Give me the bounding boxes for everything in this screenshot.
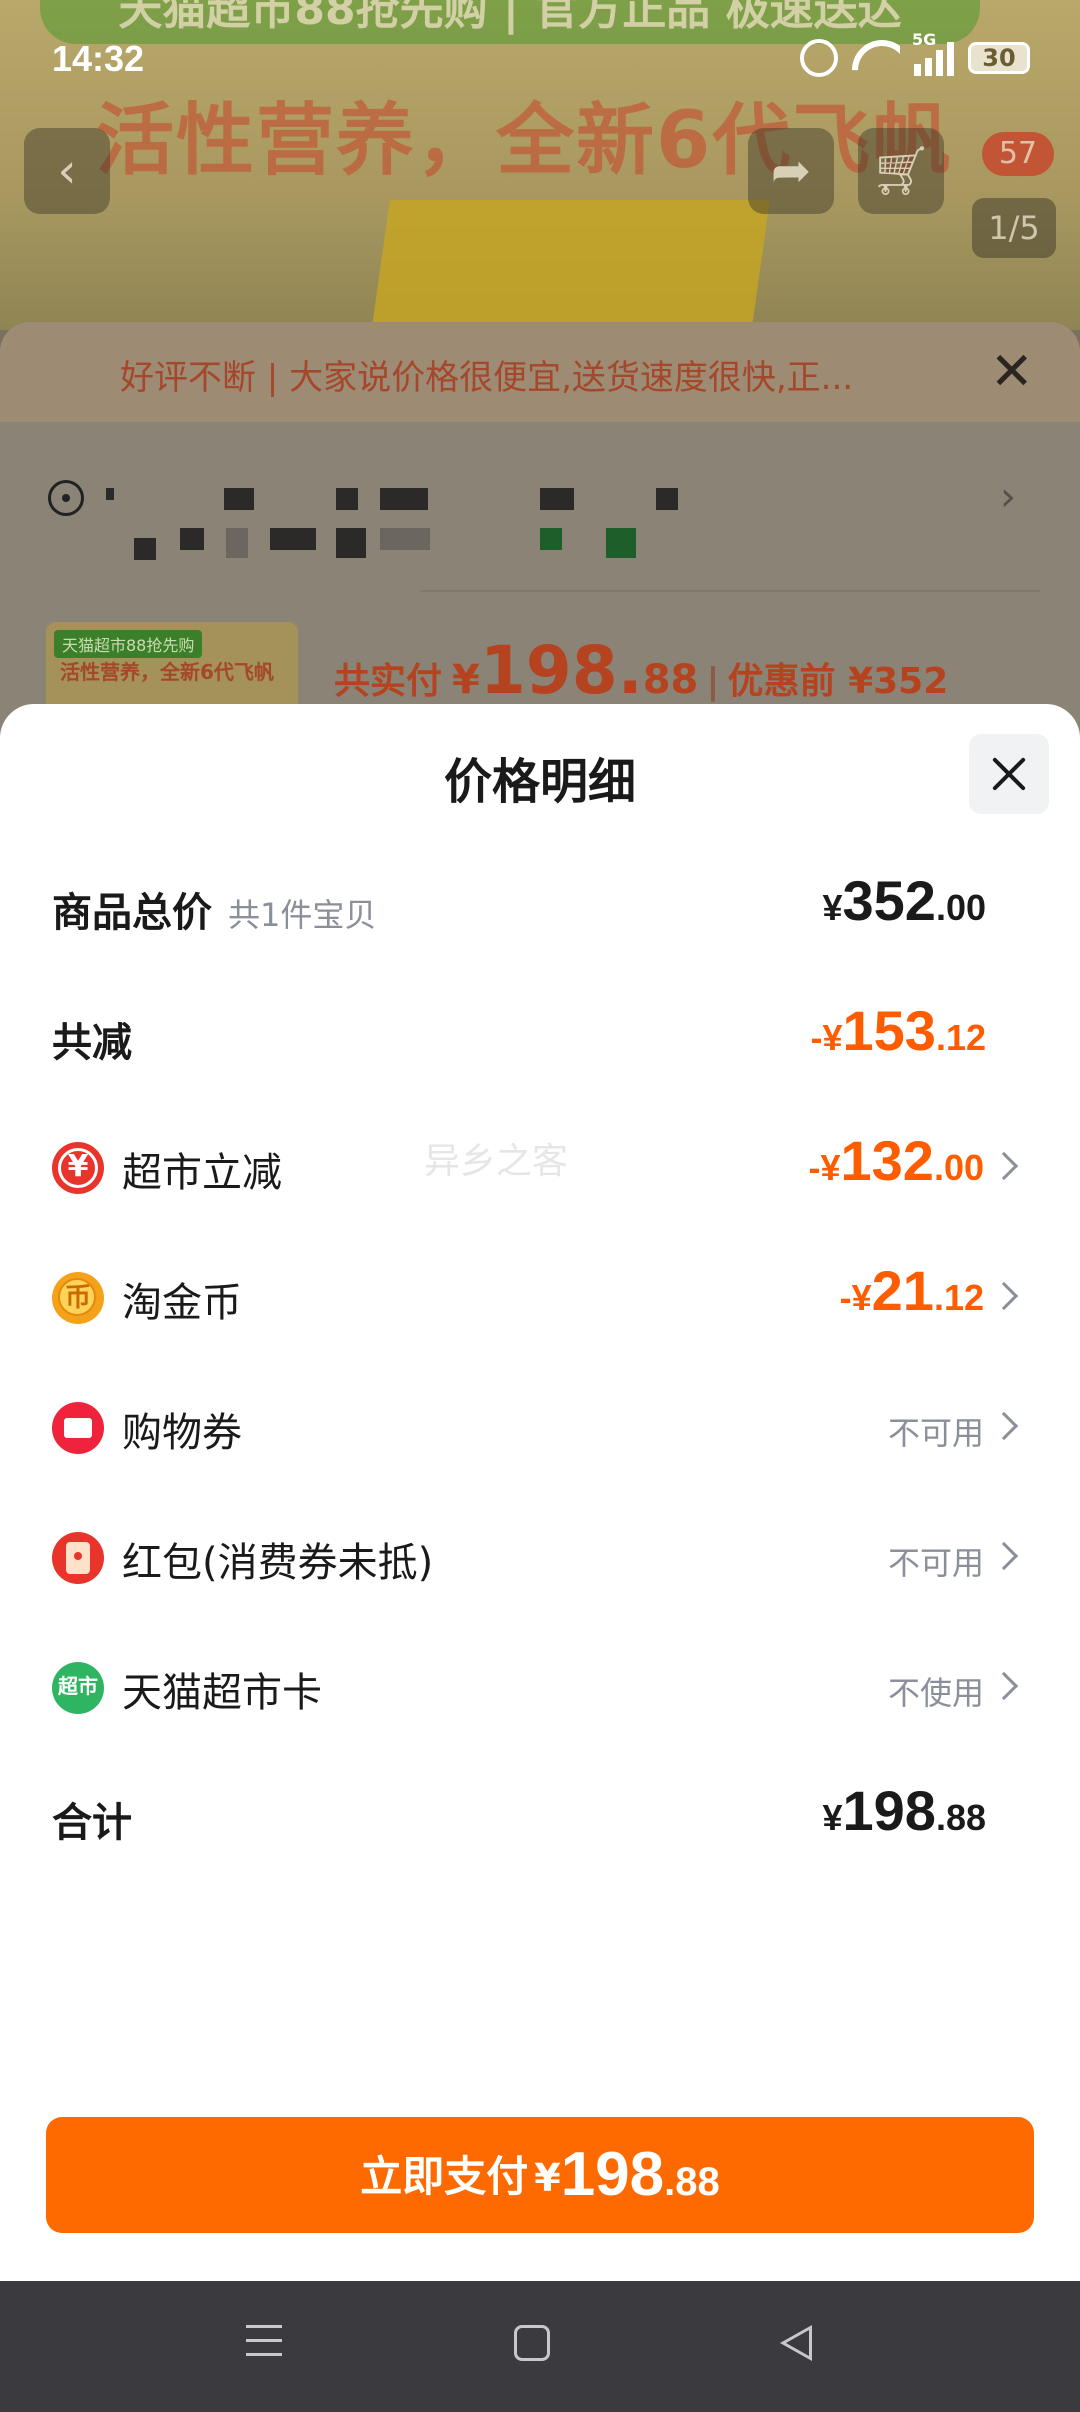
row-grand-total: 合计 ¥198.88	[0, 1776, 1080, 1856]
thumb-title: 活性营养，全新6代飞帆	[60, 660, 274, 684]
address-chevron-icon: ›	[1000, 474, 1016, 520]
chevron-right-icon	[989, 1411, 1019, 1441]
cart-count-badge: 57	[982, 132, 1054, 176]
pay-button-label: 立即支付	[360, 2152, 529, 2201]
row-label: 合计	[52, 1800, 132, 1846]
product-image	[370, 200, 770, 340]
row-supermarket-discount[interactable]: 超市立减 -¥132.00	[0, 1126, 1080, 1206]
status-time: 14:32	[52, 38, 145, 79]
row-label: 红包(消费券未抵)	[122, 1540, 434, 1586]
chevron-right-icon	[989, 1541, 1019, 1571]
pay-button-decimal: .88	[664, 2160, 720, 2204]
row-shopping-coupon[interactable]: 购物券 不可用	[0, 1386, 1080, 1466]
image-pager: 1/5	[972, 198, 1056, 258]
status-bar: 14:32 5G 30	[0, 0, 1080, 110]
row-status: 不可用	[887, 1544, 984, 1582]
chevron-right-icon	[989, 1281, 1019, 1311]
row-red-packet[interactable]: 红包(消费券未抵) 不可用	[0, 1516, 1080, 1596]
cart-icon[interactable]: 🛒︎	[858, 128, 944, 214]
pay-now-button[interactable]: 立即支付 ¥198.88	[46, 2117, 1034, 2233]
row-label: 天猫超市卡	[122, 1670, 322, 1716]
home-icon[interactable]	[514, 2325, 550, 2361]
row-label: 购物券	[122, 1410, 242, 1456]
row-value: ¥352.00	[822, 869, 986, 932]
share-icon[interactable]: ➦	[748, 128, 834, 214]
before-discount: 优惠前 ¥352	[727, 661, 949, 702]
thumb-tag: 天猫超市88抢先购	[54, 630, 203, 658]
row-label: 超市立减	[122, 1150, 282, 1196]
price-detail-sheet: 价格明细 异乡之客 商品总价 共1件宝贝 ¥352.00 共减 -¥153.12 …	[0, 704, 1080, 2281]
row-supermarket-card[interactable]: 天猫超市卡 不使用	[0, 1646, 1080, 1726]
row-label: 淘金币	[122, 1280, 242, 1326]
supermarket-discount-icon	[52, 1142, 104, 1194]
system-nav-bar	[0, 2281, 1080, 2412]
location-pin-icon	[48, 480, 84, 516]
chevron-right-icon	[989, 1671, 1019, 1701]
close-icon[interactable]	[969, 734, 1049, 814]
order-confirm-sheet: 好评不断 | 大家说价格很便宜,送货速度很快,正... ✕ › 天猫超市88抢先…	[0, 322, 1080, 752]
pay-label: 共实付	[334, 661, 443, 702]
row-label: 共减	[52, 1020, 132, 1066]
row-taojinbi[interactable]: 淘金币 -¥21.12	[0, 1256, 1080, 1336]
pay-int: 198.	[479, 632, 643, 709]
signal-icon: 5G	[912, 30, 954, 76]
battery-icon: 30	[968, 42, 1030, 74]
row-value: -¥21.12	[839, 1259, 984, 1322]
alarm-icon	[800, 39, 838, 77]
menu-icon[interactable]	[246, 2325, 282, 2361]
row-goods-total: 商品总价 共1件宝贝 ¥352.00	[0, 866, 1080, 946]
item-count: 共1件宝贝	[228, 896, 377, 934]
address-row[interactable]: ›	[40, 452, 1040, 602]
row-status: 不使用	[887, 1674, 984, 1712]
network-type: 5G	[912, 30, 937, 49]
review-close-icon[interactable]: ✕	[990, 342, 1034, 402]
wifi-icon	[852, 40, 900, 76]
shopping-coupon-icon	[52, 1402, 104, 1454]
pay-button-currency: ¥	[534, 2156, 561, 2200]
review-bar: 好评不断 | 大家说价格很便宜,送货速度很快,正... ✕	[0, 322, 1080, 422]
back-triangle-icon[interactable]	[780, 2325, 812, 2361]
row-value: ¥198.88	[822, 1779, 986, 1842]
taojinbi-coin-icon	[52, 1272, 104, 1324]
sheet-title: 价格明细	[443, 754, 636, 810]
tmall-supermarket-card-icon	[52, 1662, 104, 1714]
divider	[420, 590, 1040, 592]
chevron-right-icon	[989, 1151, 1019, 1181]
row-total-discount: 共减 -¥153.12	[0, 996, 1080, 1076]
review-text: 好评不断 | 大家说价格很便宜,送货速度很快,正...	[120, 358, 854, 398]
row-value: -¥153.12	[810, 999, 987, 1062]
row-label: 商品总价	[52, 890, 212, 936]
pay-currency: ¥	[452, 657, 480, 703]
red-packet-icon	[52, 1532, 104, 1584]
row-status: 不可用	[887, 1414, 984, 1452]
total-strip: 共实付 ¥198.88 | 优惠前 ¥352	[334, 632, 949, 709]
back-icon[interactable]: ‹	[24, 128, 110, 214]
pay-button-amount: 198	[560, 2140, 665, 2209]
pay-dec: 88	[642, 657, 699, 703]
row-value: -¥132.00	[808, 1129, 985, 1192]
